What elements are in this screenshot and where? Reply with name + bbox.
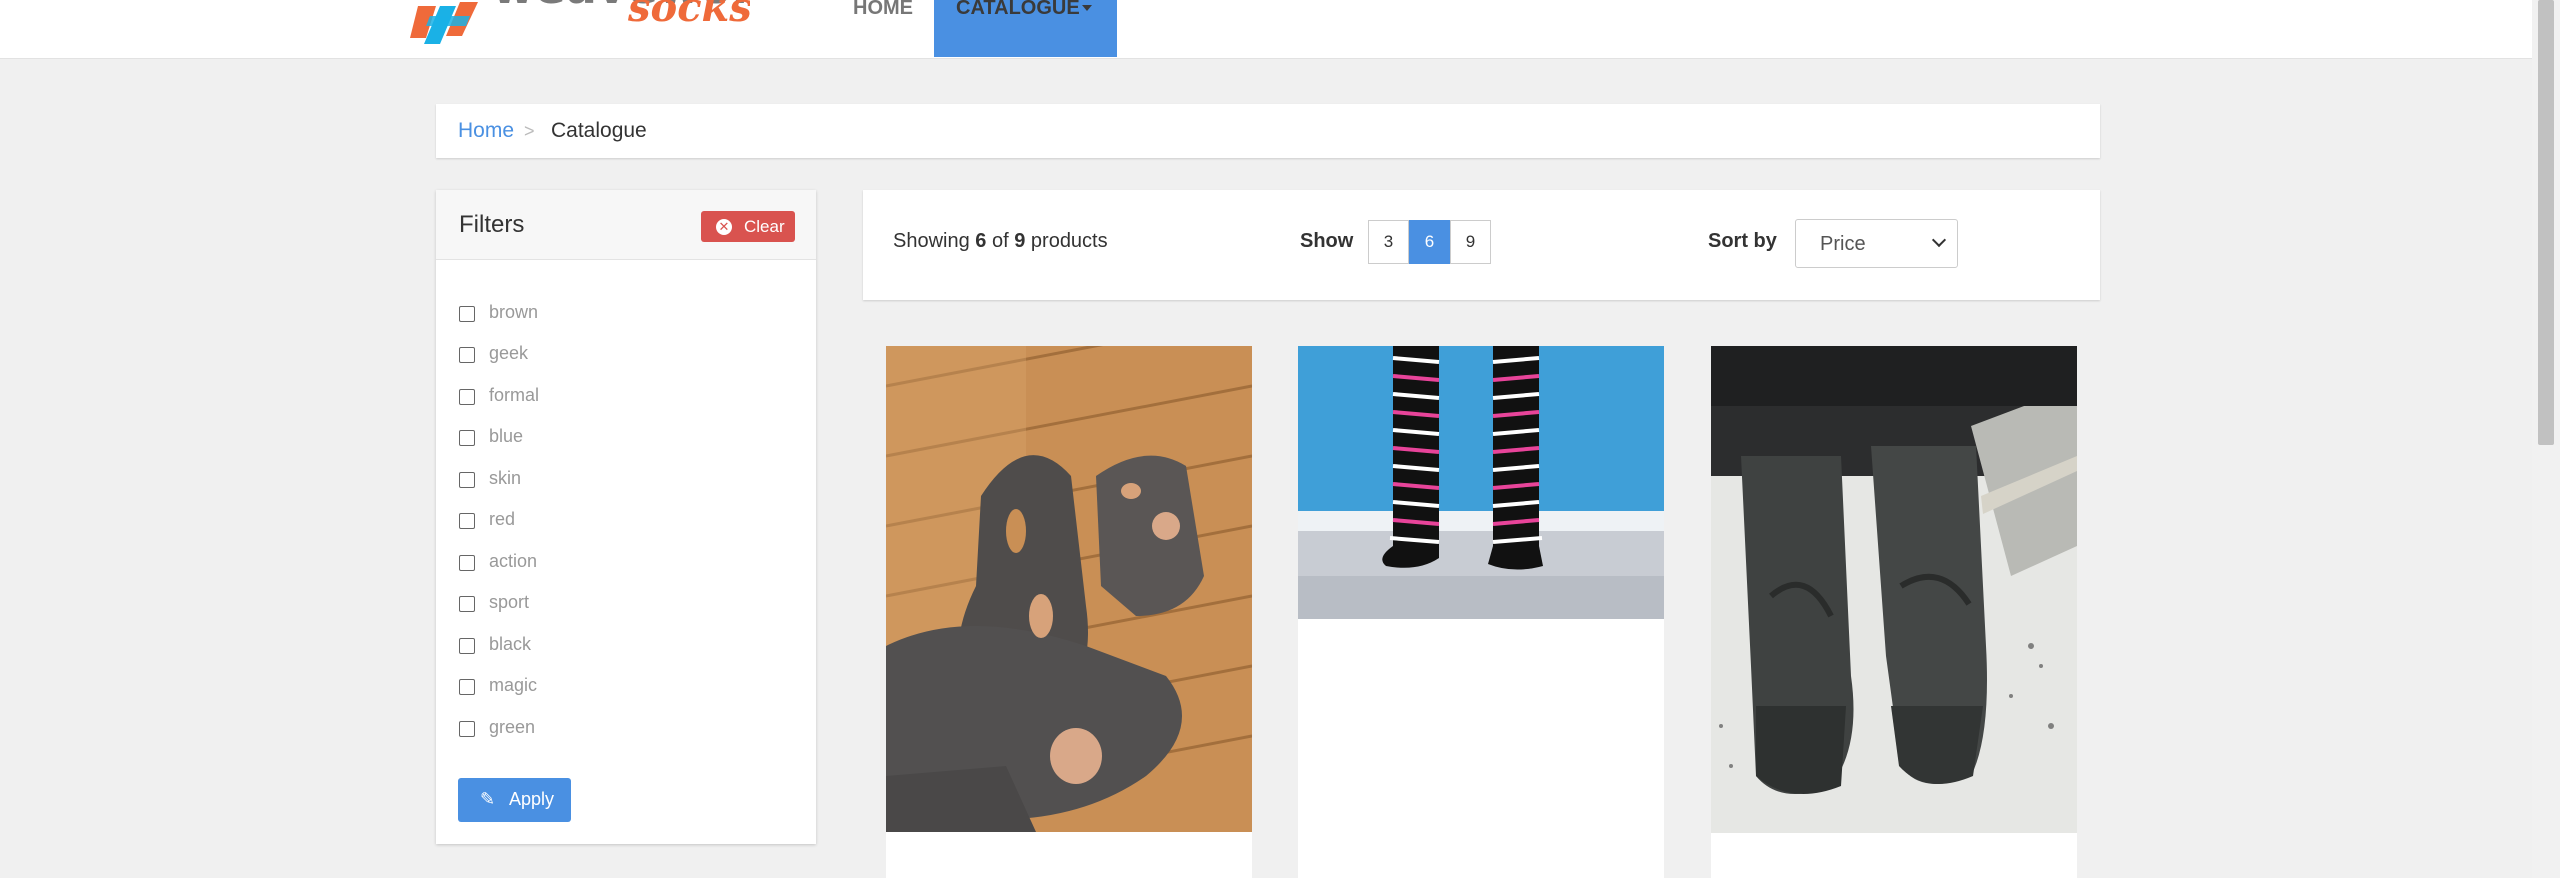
filter-checkbox[interactable] — [459, 389, 475, 405]
showing-prefix: Showing — [893, 230, 970, 252]
clear-button-label: Clear — [744, 217, 785, 236]
product-card[interactable] — [1298, 346, 1664, 878]
filter-label: black — [489, 634, 532, 654]
showing-count-text: Showing 6 of 9 products — [893, 230, 1108, 253]
breadcrumb-home-link[interactable]: Home — [458, 104, 514, 158]
filter-label: skin — [489, 468, 522, 488]
product-image[interactable] — [886, 346, 1252, 832]
product-card[interactable] — [886, 346, 1252, 878]
nav-catalogue[interactable]: CATALOGUE — [934, 0, 1117, 57]
filter-label: magic — [489, 675, 538, 695]
nav-catalogue-label: CATALOGUE — [956, 0, 1080, 19]
breadcrumb-separator: > — [524, 121, 535, 141]
filter-checkbox[interactable] — [459, 430, 475, 446]
site-logo[interactable]: weaveworks socks — [410, 0, 750, 44]
filter-checkbox[interactable] — [459, 555, 475, 571]
breadcrumb-current: Catalogue — [551, 119, 647, 142]
filter-checkbox[interactable] — [459, 513, 475, 529]
filter-checkbox[interactable] — [459, 679, 475, 695]
nav-home-label: HOME — [853, 0, 913, 19]
clear-filters-button[interactable]: ✕ Clear — [701, 211, 795, 242]
filter-label: red — [489, 509, 516, 529]
filter-checkbox[interactable] — [459, 472, 475, 488]
breadcrumb: Home > Catalogue — [436, 104, 2100, 158]
clear-circle-icon: ✕ — [716, 219, 732, 235]
caret-down-icon — [1082, 5, 1092, 11]
product-card[interactable] — [1711, 346, 2077, 878]
logo-subtitle: socks — [628, 0, 750, 31]
product-image[interactable] — [1298, 346, 1664, 619]
scrollbar-thumb[interactable] — [2538, 0, 2554, 445]
product-photo-puma-socks — [1711, 346, 2077, 833]
showing-count: 6 — [975, 230, 987, 252]
showing-suffix: products — [1030, 230, 1108, 252]
page-size-3-button[interactable]: 3 — [1368, 220, 1409, 264]
filter-label: action — [489, 551, 538, 571]
product-photo-holey-socks — [886, 346, 1252, 832]
filter-label: geek — [489, 343, 529, 363]
catalogue-toolbar: Showing 6 of 9 products Show 3 6 9 Sort … — [863, 190, 2100, 300]
page-scrollbar[interactable] — [2532, 0, 2560, 878]
top-navbar: weaveworks socks HOME CATALOGUE — [0, 0, 2532, 59]
product-photo-striped-socks — [1298, 346, 1664, 619]
page-size-6-button[interactable]: 6 — [1409, 220, 1450, 264]
filter-checkbox[interactable] — [459, 306, 475, 322]
showing-total: 9 — [1014, 230, 1026, 252]
apply-button-label: Apply — [509, 789, 555, 809]
chevron-down-icon — [1931, 232, 1947, 248]
sort-selected-value: Price — [1820, 233, 1866, 255]
filters-header: Filters ✕ Clear — [436, 190, 816, 260]
filters-panel: Filters ✕ Clear brown geek formal blue s… — [436, 190, 816, 844]
filter-label: formal — [489, 385, 540, 405]
filter-label: brown — [489, 302, 539, 322]
logo-mark-icon — [410, 2, 478, 44]
sort-select[interactable]: Price — [1795, 219, 1958, 268]
filter-label: green — [489, 717, 536, 737]
filters-title: Filters — [459, 211, 525, 238]
nav-home[interactable]: HOME — [850, 0, 916, 57]
filter-checkbox[interactable] — [459, 721, 475, 737]
showing-of: of — [991, 230, 1009, 252]
filter-label: blue — [489, 426, 524, 446]
pencil-icon: ✎ — [480, 789, 496, 809]
filter-checkbox[interactable] — [459, 596, 475, 612]
page-size-9-button[interactable]: 9 — [1450, 220, 1491, 264]
apply-filters-button[interactable]: ✎ Apply — [458, 778, 571, 822]
filter-checkbox[interactable] — [459, 347, 475, 363]
product-image[interactable] — [1711, 346, 2077, 833]
filter-checkbox[interactable] — [459, 638, 475, 654]
show-label: Show — [1300, 230, 1354, 252]
filter-label: sport — [489, 592, 530, 612]
sort-label: Sort by — [1708, 230, 1777, 252]
